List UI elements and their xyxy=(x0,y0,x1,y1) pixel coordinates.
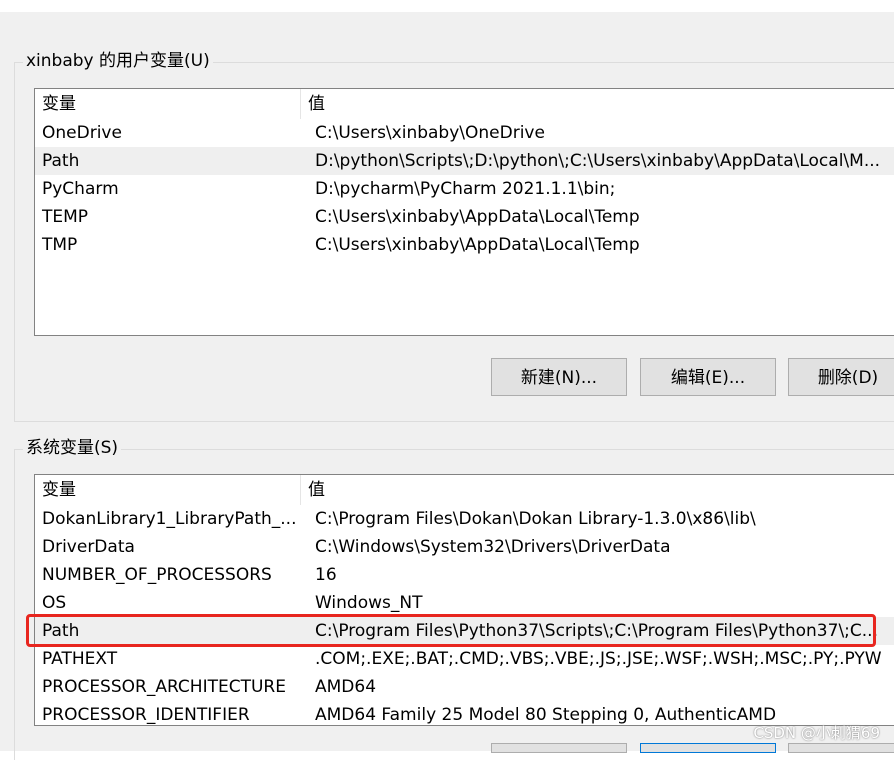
variable-value: C:\Windows\System32\Drivers\DriverData xyxy=(315,537,671,557)
variable-name: NUMBER_OF_PROCESSORS xyxy=(42,565,272,585)
variable-name: DriverData xyxy=(42,537,135,557)
table-row[interactable]: NUMBER_OF_PROCESSORS 16 xyxy=(35,561,894,589)
watermark: CSDN @小刺猬69 xyxy=(753,724,880,742)
table-row[interactable]: TEMP C:\Users\xinbaby\AppData\Local\Temp xyxy=(35,203,894,231)
new-system-variable-button[interactable] xyxy=(491,743,627,753)
variable-value: .COM;.EXE;.BAT;.CMD;.VBS;.VBE;.JS;.JSE;.… xyxy=(315,649,882,669)
variable-value: C:\Program Files\Python37\Scripts\;C:\Pr… xyxy=(315,621,878,641)
system-variables-list[interactable]: 变量 值 DokanLibrary1_LibraryPath_... C:\Pr… xyxy=(34,474,894,726)
table-row[interactable]: PATHEXT .COM;.EXE;.BAT;.CMD;.VBS;.VBE;.J… xyxy=(35,645,894,673)
table-row[interactable]: OS Windows_NT xyxy=(35,589,894,617)
variable-value: C:\Users\xinbaby\AppData\Local\Temp xyxy=(315,235,640,255)
table-row[interactable]: TMP C:\Users\xinbaby\AppData\Local\Temp xyxy=(35,231,894,259)
variable-value: D:\python\Scripts\;D:\python\;C:\Users\x… xyxy=(315,151,881,171)
variable-value: C:\Users\xinbaby\OneDrive xyxy=(315,123,545,143)
variable-name: DokanLibrary1_LibraryPath_... xyxy=(42,509,297,529)
table-row[interactable]: Path C:\Program Files\Python37\Scripts\;… xyxy=(35,617,894,645)
delete-user-variable-button[interactable]: 删除(D) xyxy=(788,358,894,396)
variable-name: PROCESSOR_IDENTIFIER xyxy=(42,705,250,725)
variable-value: D:\pycharm\PyCharm 2021.1.1\bin; xyxy=(315,179,616,199)
new-user-variable-button[interactable]: 新建(N)... xyxy=(491,358,627,396)
variable-value: Windows_NT xyxy=(315,593,423,613)
column-header-variable[interactable]: 变量 xyxy=(35,89,300,119)
table-row[interactable]: DokanLibrary1_LibraryPath_... C:\Program… xyxy=(35,505,894,533)
delete-system-variable-button[interactable] xyxy=(788,743,894,753)
table-row[interactable]: OneDrive C:\Users\xinbaby\OneDrive xyxy=(35,119,894,147)
edit-system-variable-button[interactable] xyxy=(640,743,776,753)
variable-name: Path xyxy=(42,621,80,641)
user-variables-list[interactable]: 变量 值 OneDrive C:\Users\xinbaby\OneDrive … xyxy=(34,88,894,336)
variable-name: TMP xyxy=(42,235,78,255)
column-header-value[interactable]: 值 xyxy=(300,89,894,119)
table-row[interactable]: PyCharm D:\pycharm\PyCharm 2021.1.1\bin; xyxy=(35,175,894,203)
variable-value: AMD64 xyxy=(315,677,377,697)
user-variables-title: xinbaby 的用户变量(U) xyxy=(23,51,213,71)
table-row[interactable]: PROCESSOR_ARCHITECTURE AMD64 xyxy=(35,673,894,701)
variable-name: PROCESSOR_ARCHITECTURE xyxy=(42,677,286,697)
variable-name: OS xyxy=(42,593,67,613)
table-row[interactable]: DriverData C:\Windows\System32\Drivers\D… xyxy=(35,533,894,561)
column-header-value[interactable]: 值 xyxy=(300,475,894,505)
variable-name: Path xyxy=(42,151,80,171)
edit-user-variable-button[interactable]: 编辑(E)... xyxy=(640,358,776,396)
variable-name: OneDrive xyxy=(42,123,122,143)
variable-value: C:\Program Files\Dokan\Dokan Library-1.3… xyxy=(315,509,756,529)
list-header: 变量 值 xyxy=(35,89,894,119)
variable-value: 16 xyxy=(315,565,337,585)
column-header-variable[interactable]: 变量 xyxy=(35,475,300,505)
system-variables-title: 系统变量(S) xyxy=(23,438,122,458)
variable-name: TEMP xyxy=(42,207,89,227)
variable-value: C:\Users\xinbaby\AppData\Local\Temp xyxy=(315,207,640,227)
variable-name: PATHEXT xyxy=(42,649,118,669)
list-header: 变量 值 xyxy=(35,475,894,505)
variable-name: PyCharm xyxy=(42,179,119,199)
table-row[interactable]: Path D:\python\Scripts\;D:\python\;C:\Us… xyxy=(35,147,894,175)
